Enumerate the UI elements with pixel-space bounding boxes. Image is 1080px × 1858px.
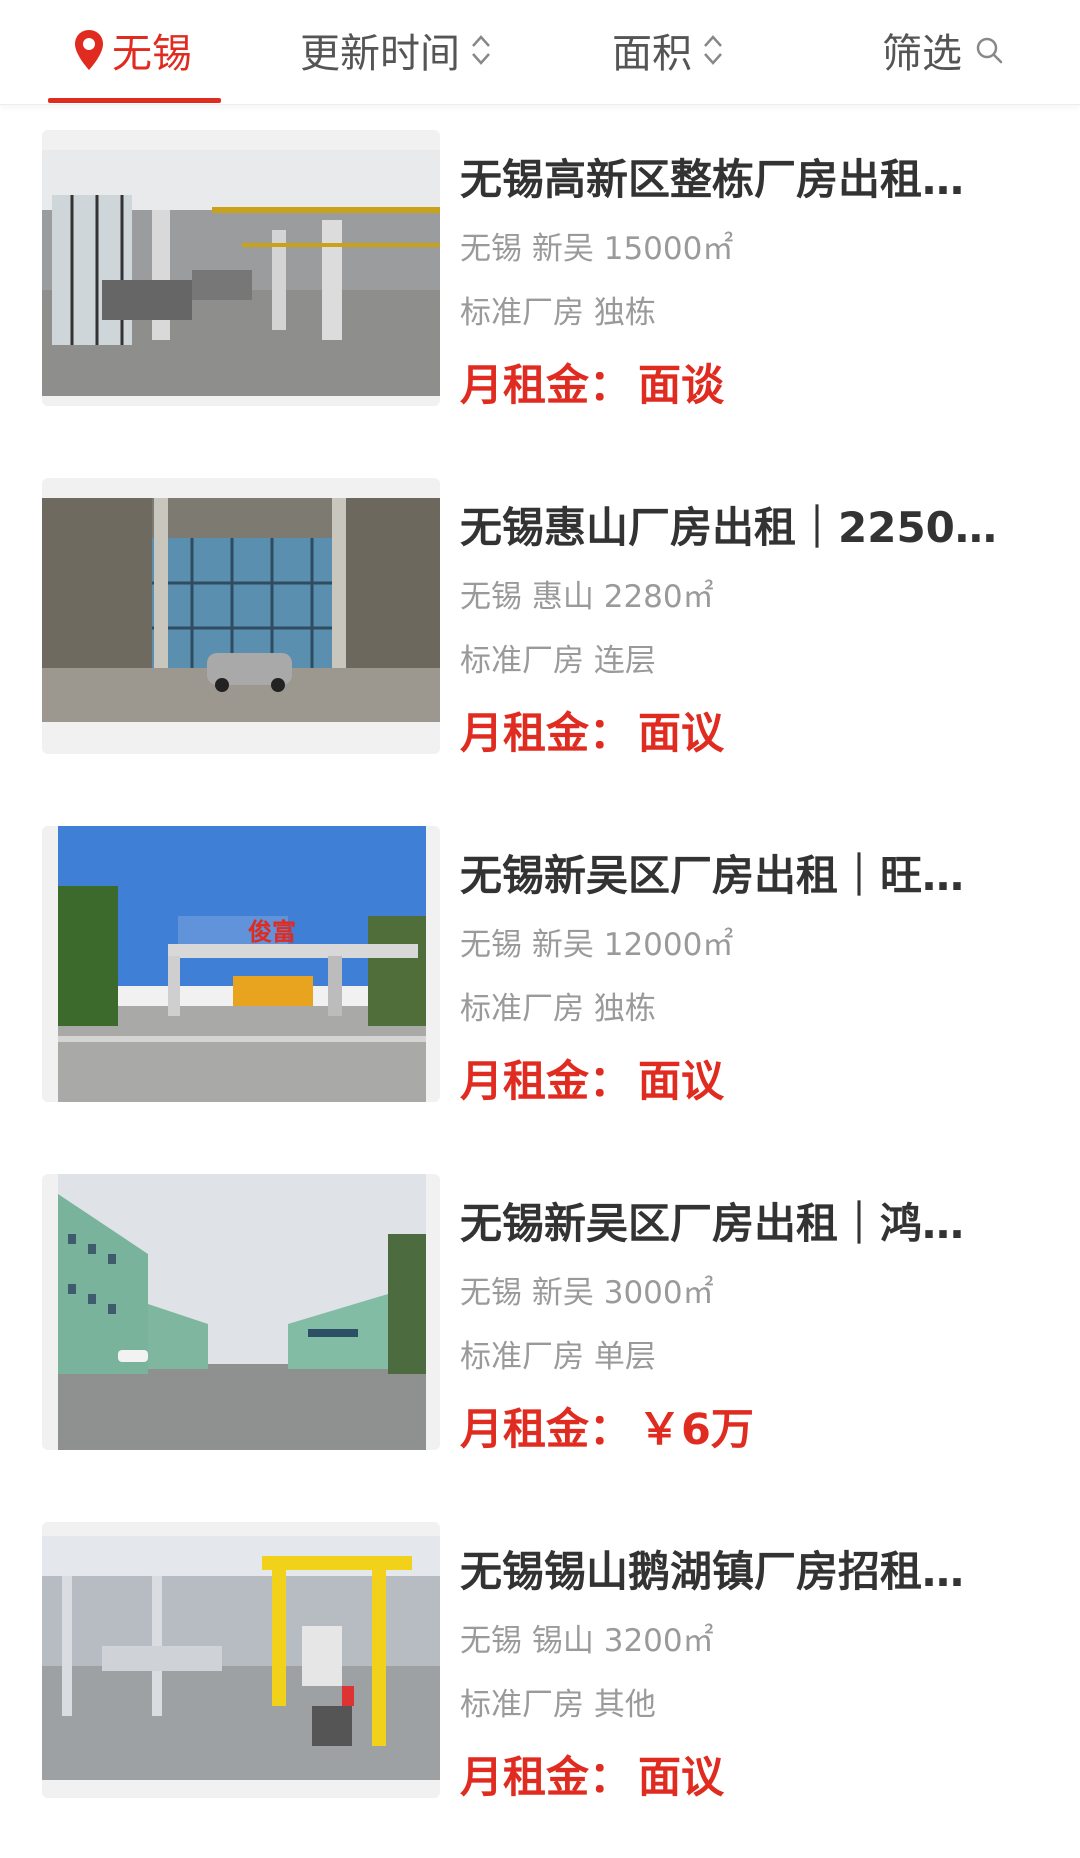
listing-city: 无锡 bbox=[460, 1623, 522, 1659]
listing-district: 惠山 bbox=[531, 579, 594, 615]
listing-tags: 标准厂房 单层 bbox=[460, 1334, 656, 1380]
price-label: 月租金： bbox=[460, 709, 632, 759]
listing-city: 无锡 bbox=[460, 1275, 522, 1311]
listing-area: 12000㎡ bbox=[603, 927, 734, 963]
filter-button[interactable]: 筛选 bbox=[882, 0, 1004, 100]
search-icon bbox=[976, 37, 1003, 64]
sort-arrows-icon bbox=[704, 35, 722, 65]
price-label: 月租金： bbox=[460, 1057, 632, 1107]
listing-card[interactable]: 俊富 无锡新吴区厂房出租｜旺… 无锡 新吴 12000㎡ 标准厂房 独栋 月租金… bbox=[0, 800, 1080, 1148]
listing-structure: 连层 bbox=[593, 643, 656, 679]
factory-buildings-photo bbox=[58, 1174, 426, 1450]
listing-city: 无锡 bbox=[460, 579, 522, 615]
listing-meta: 无锡 新吴 15000㎡ bbox=[460, 226, 733, 272]
listing-meta: 无锡 惠山 2280㎡ bbox=[460, 574, 714, 620]
listing-district: 锡山 bbox=[531, 1623, 594, 1659]
location-pin-icon bbox=[75, 30, 103, 70]
factory-workshop-photo bbox=[42, 1536, 440, 1780]
listing-photo[interactable] bbox=[42, 478, 440, 754]
listing-card[interactable]: 无锡高新区整栋厂房出租… 无锡 新吴 15000㎡ 标准厂房 独栋 月租金： 面谈 bbox=[0, 104, 1080, 452]
listing-area: 3200㎡ bbox=[603, 1623, 714, 1659]
listing-meta: 无锡 新吴 3000㎡ bbox=[460, 1270, 714, 1316]
listing-photo[interactable] bbox=[42, 1174, 440, 1450]
listing-card[interactable]: 无锡锡山鹅湖镇厂房招租… 无锡 锡山 3200㎡ 标准厂房 其他 月租金： 面议 bbox=[0, 1496, 1080, 1844]
sort-by-update-time[interactable]: 更新时间 bbox=[300, 0, 492, 100]
city-selector[interactable]: 无锡 bbox=[72, 0, 192, 100]
listing-district: 新吴 bbox=[531, 927, 594, 963]
factory-interior-photo bbox=[42, 150, 440, 396]
listing-district: 新吴 bbox=[531, 1275, 594, 1311]
sort-time-label: 更新时间 bbox=[300, 31, 460, 77]
listing-structure: 独栋 bbox=[593, 991, 656, 1027]
price-value: 面议 bbox=[638, 709, 724, 759]
sort-area-label: 面积 bbox=[612, 31, 692, 77]
listing-city: 无锡 bbox=[460, 231, 522, 267]
listing-title[interactable]: 无锡新吴区厂房出租｜旺… bbox=[460, 846, 1020, 906]
filter-bar: 无锡 更新时间 面积 筛选 bbox=[0, 0, 1080, 105]
listing-area: 3000㎡ bbox=[603, 1275, 714, 1311]
filter-label: 筛选 bbox=[882, 31, 962, 77]
listing-title[interactable]: 无锡高新区整栋厂房出租… bbox=[460, 150, 1020, 210]
listing-type: 标准厂房 bbox=[460, 643, 584, 679]
listing-title[interactable]: 无锡惠山厂房出租｜2250… bbox=[460, 498, 1020, 558]
listing-title[interactable]: 无锡锡山鹅湖镇厂房招租… bbox=[460, 1542, 1020, 1602]
price-value: 面议 bbox=[638, 1057, 724, 1107]
listing-price: 月租金： 面议 bbox=[460, 1054, 724, 1110]
listing-meta: 无锡 新吴 12000㎡ bbox=[460, 922, 733, 968]
listing-tags: 标准厂房 独栋 bbox=[460, 986, 656, 1032]
listing-type: 标准厂房 bbox=[460, 1687, 584, 1723]
active-tab-underline bbox=[48, 98, 221, 103]
listing-price: 月租金： 面议 bbox=[460, 706, 724, 762]
price-label: 月租金： bbox=[460, 1753, 632, 1803]
city-label: 无锡 bbox=[112, 31, 192, 77]
listing-city: 无锡 bbox=[460, 927, 522, 963]
price-value: 面谈 bbox=[638, 361, 724, 411]
listing-photo[interactable] bbox=[42, 130, 440, 406]
price-value: 面议 bbox=[638, 1753, 724, 1803]
listing-tags: 标准厂房 连层 bbox=[460, 638, 656, 684]
listing-structure: 独栋 bbox=[593, 295, 656, 331]
listing-tags: 标准厂房 其他 bbox=[460, 1682, 656, 1728]
listing-type: 标准厂房 bbox=[460, 991, 584, 1027]
listing-structure: 单层 bbox=[593, 1339, 656, 1375]
listing-meta: 无锡 锡山 3200㎡ bbox=[460, 1618, 714, 1664]
listing-price: 月租金： 面议 bbox=[460, 1750, 724, 1806]
listing-price: 月租金： 面谈 bbox=[460, 358, 724, 414]
listing-area: 15000㎡ bbox=[603, 231, 734, 267]
listing-type: 标准厂房 bbox=[460, 295, 584, 331]
listing-tags: 标准厂房 独栋 bbox=[460, 290, 656, 336]
price-value: ￥6万 bbox=[638, 1405, 754, 1455]
listing-area: 2280㎡ bbox=[603, 579, 714, 615]
listing-price: 月租金： ￥6万 bbox=[460, 1402, 754, 1458]
factory-gate-photo: 俊富 bbox=[58, 826, 426, 1102]
listing-title[interactable]: 无锡新吴区厂房出租｜鸿… bbox=[460, 1194, 1020, 1254]
listing-structure: 其他 bbox=[593, 1687, 656, 1723]
listing-photo[interactable]: 俊富 bbox=[42, 826, 440, 1102]
factory-interior-photo bbox=[42, 498, 440, 722]
listing-type: 标准厂房 bbox=[460, 1339, 584, 1375]
sort-by-area[interactable]: 面积 bbox=[612, 0, 724, 100]
listing-card[interactable]: 无锡新吴区厂房出租｜鸿… 无锡 新吴 3000㎡ 标准厂房 单层 月租金： ￥6万 bbox=[0, 1148, 1080, 1496]
listing-photo[interactable] bbox=[42, 1522, 440, 1798]
price-label: 月租金： bbox=[460, 1405, 632, 1455]
listing-district: 新吴 bbox=[531, 231, 594, 267]
photo-sign-text: 俊富 bbox=[248, 918, 296, 946]
listing-card[interactable]: 无锡惠山厂房出租｜2250… 无锡 惠山 2280㎡ 标准厂房 连层 月租金：面… bbox=[0, 452, 1080, 800]
price-label: 月租金： bbox=[460, 361, 632, 411]
sort-arrows-icon bbox=[472, 35, 490, 65]
